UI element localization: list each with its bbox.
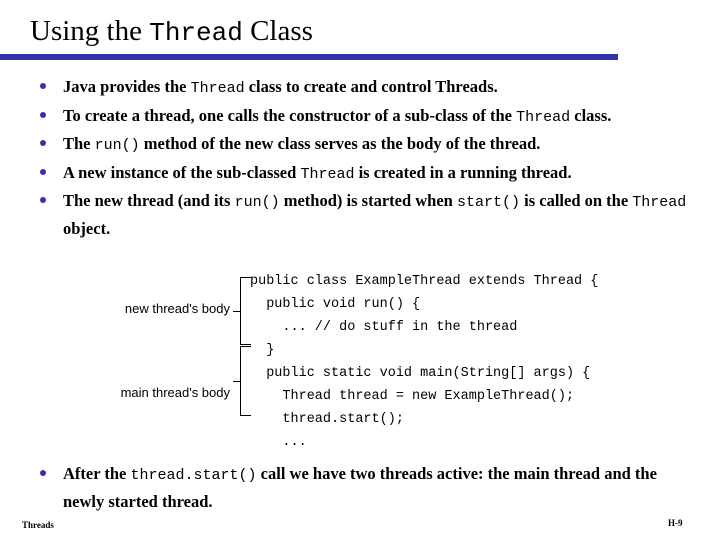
bullet-item: The run() method of the new class serves… bbox=[32, 131, 692, 159]
bullet-text-run: To create a thread, one calls the constr… bbox=[63, 105, 517, 125]
bullet-dot-icon bbox=[40, 168, 46, 175]
annotation-bracket-main-thread-body bbox=[240, 346, 251, 416]
bullet-dot-icon bbox=[40, 83, 46, 89]
bullet-code-term: Thread bbox=[632, 194, 687, 211]
footer-left-label: Threads bbox=[22, 520, 54, 530]
bullet-text-run: class to create and control Threads. bbox=[244, 77, 498, 96]
bullet-code-term: run() bbox=[94, 137, 140, 154]
page-title-mono-term: Thread bbox=[149, 18, 243, 48]
bullet-code-term: Thread bbox=[190, 80, 245, 97]
annotation-label-new-thread-body: new thread's body bbox=[124, 301, 230, 316]
bullet-item: After the thread.start() call we have tw… bbox=[32, 461, 692, 514]
bullet-dot-icon bbox=[40, 470, 46, 476]
annotation-label-main-thread-body: main thread's body bbox=[120, 385, 230, 400]
bullet-text-run: method of the new class serves as the bo… bbox=[139, 134, 541, 153]
bullet-text-run: After the bbox=[63, 464, 131, 483]
bullet-text-run: method) is started when bbox=[279, 191, 457, 210]
bullet-code-term: thread.start() bbox=[130, 467, 257, 484]
bullet-text-run: The bbox=[63, 134, 95, 153]
bullet-item: A new instance of the sub-classed Thread… bbox=[32, 160, 692, 188]
bullet-list-top: Java provides the Thread class to create… bbox=[32, 74, 692, 242]
annotation-tick-new-thread-body bbox=[233, 311, 240, 312]
bullet-dot-icon bbox=[40, 140, 46, 146]
bullet-text-run: is called on the bbox=[520, 191, 633, 210]
bullet-text-run: Java provides the bbox=[63, 77, 191, 96]
bullet-code-term: run() bbox=[234, 194, 280, 211]
bullet-text-run: class. bbox=[570, 105, 612, 125]
annotation-bracket-new-thread-body bbox=[240, 277, 251, 345]
bullet-code-term: Thread bbox=[300, 165, 355, 183]
bullet-item: The new thread (and its run() method) is… bbox=[32, 188, 692, 241]
bullet-text-run: The new thread (and its bbox=[63, 191, 235, 210]
page-title-prefix: Using the bbox=[30, 15, 150, 47]
footer-page-number: H-9 bbox=[668, 518, 683, 528]
bullet-text-run: is created in a running thread. bbox=[354, 162, 572, 182]
bullet-item: Java provides the Thread class to create… bbox=[32, 74, 692, 102]
annotation-tick-main-thread-body bbox=[233, 381, 240, 382]
bullet-dot-icon bbox=[40, 111, 46, 118]
bullet-code-term: Thread bbox=[516, 108, 571, 126]
bullet-text-run: object. bbox=[63, 218, 111, 238]
code-listing: public class ExampleThread extends Threa… bbox=[250, 273, 599, 450]
title-underline-rule bbox=[0, 54, 618, 60]
bullet-dot-icon bbox=[40, 197, 46, 203]
bullet-code-term: start() bbox=[456, 194, 520, 211]
page-title: Using the Thread Class bbox=[30, 14, 313, 50]
bullet-item: To create a thread, one calls the constr… bbox=[32, 103, 692, 131]
bullet-text-run: A new instance of the sub-classed bbox=[63, 162, 301, 182]
bullet-list-bottom: After the thread.start() call we have tw… bbox=[32, 461, 692, 515]
page-title-suffix: Class bbox=[242, 15, 313, 47]
